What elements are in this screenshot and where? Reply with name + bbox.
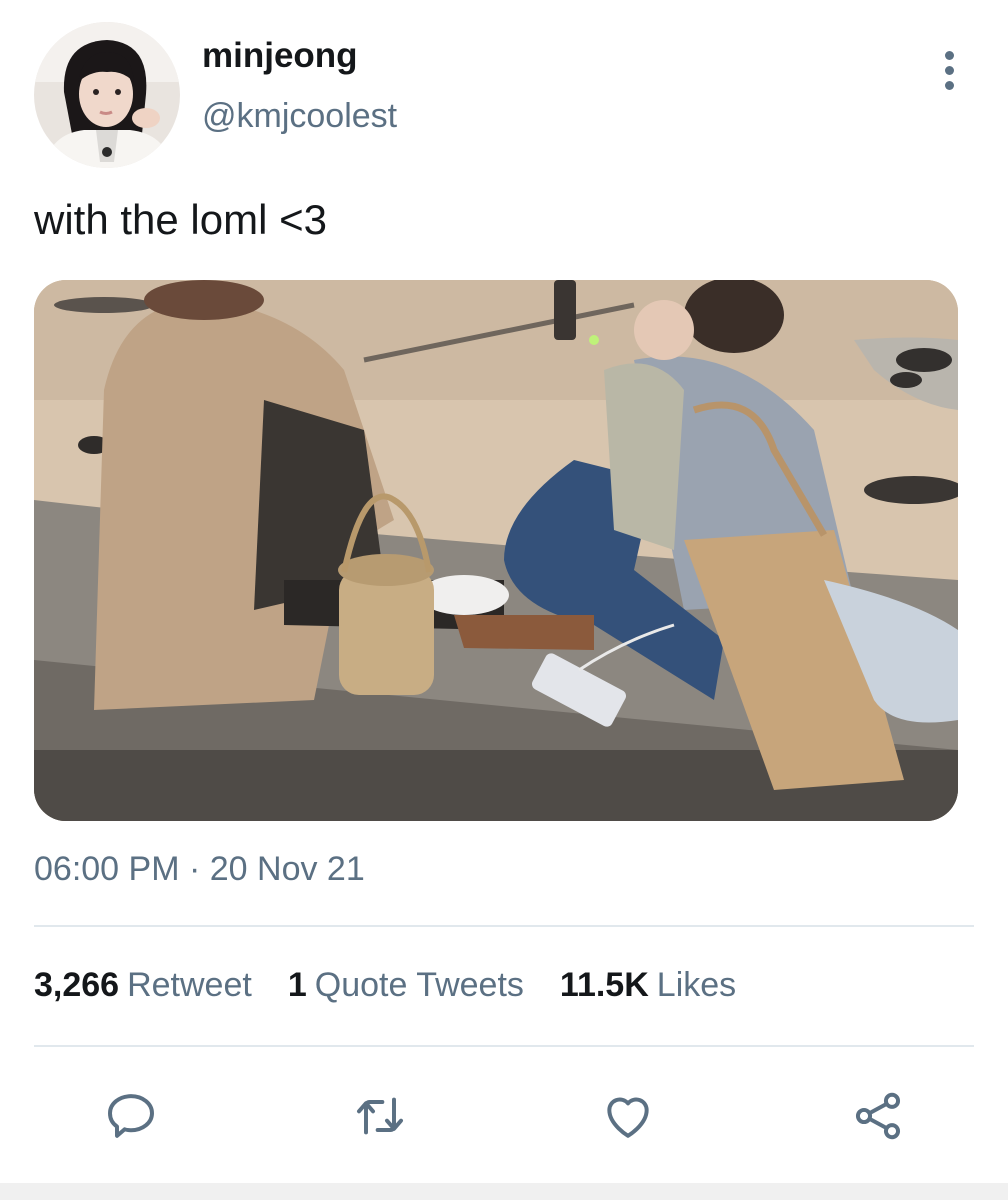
bottom-edge (0, 1183, 1008, 1200)
retweet-icon (357, 1097, 403, 1135)
heart-icon (607, 1097, 649, 1138)
tweet-stats: 3,266 Retweet 1 Quote Tweets 11.5K Likes (34, 966, 736, 1005)
tweet-photo[interactable] (34, 280, 958, 821)
more-vertical-icon (944, 50, 954, 60)
likes-count-number: 11.5K (559, 966, 649, 1004)
reply-icon (108, 1094, 154, 1138)
tweet-text: with the loml <3 (34, 196, 327, 243)
tweet-timestamp[interactable]: 06:00 PM · 20 Nov 21 (34, 850, 365, 889)
quote-count-label: Quote Tweets (314, 966, 524, 1004)
likes-count[interactable]: 11.5K Likes (560, 966, 736, 1005)
more-dot (944, 80, 954, 90)
retweet-button[interactable] (350, 1086, 410, 1146)
retweet-count-label: Retweet (127, 966, 252, 1004)
share-icon (855, 1092, 901, 1140)
likes-count-label: Likes (656, 966, 737, 1004)
retweet-count[interactable]: 3,266 Retweet (34, 966, 252, 1005)
quote-tweets-count[interactable]: 1 Quote Tweets (288, 966, 524, 1005)
user-handle[interactable]: @kmjcoolest (202, 97, 397, 136)
divider (34, 1045, 974, 1047)
retweet-count-number: 3,266 (34, 966, 120, 1004)
divider (34, 925, 974, 927)
display-name[interactable]: minjeong (202, 36, 358, 76)
more-dot (944, 65, 954, 75)
like-button[interactable] (598, 1086, 658, 1146)
tweet-card: minjeong @kmjcoolest with the loml <3 06… (0, 0, 1008, 1200)
avatar-image (34, 22, 180, 168)
avatar[interactable] (34, 22, 180, 168)
reply-button[interactable] (101, 1086, 161, 1146)
more-options-button[interactable] (928, 48, 970, 92)
photo-illustration (34, 280, 958, 821)
share-button[interactable] (848, 1086, 908, 1146)
quote-count-number: 1 (287, 966, 307, 1004)
